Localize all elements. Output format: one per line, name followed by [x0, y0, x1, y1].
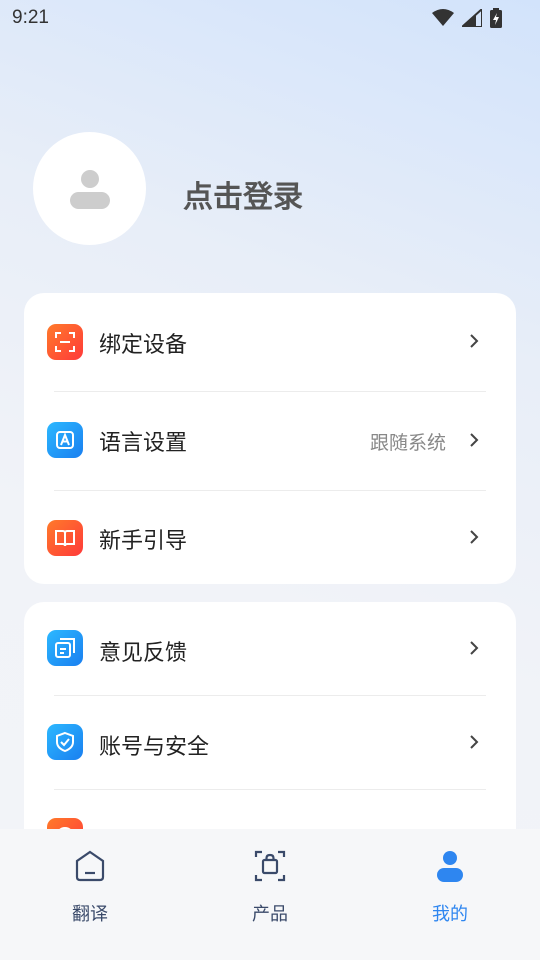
home-icon [75, 850, 105, 882]
status-time: 9:21 [12, 7, 49, 28]
language-value: 跟随系统 [369, 432, 446, 454]
status-bar: 9:21 [0, 0, 540, 36]
chevron-right-icon [470, 334, 479, 348]
menu-item-label: 意见反馈 [99, 641, 188, 666]
wifi-icon [432, 9, 454, 26]
battery-icon [490, 8, 502, 28]
bag-icon [254, 850, 286, 882]
menu-item-feedback[interactable]: 意见反馈 [24, 602, 516, 698]
status-icons [432, 8, 502, 28]
menu-item-guide[interactable]: 新手引导 [24, 491, 516, 584]
tab-label: 翻译 [72, 904, 108, 925]
chevron-right-icon [470, 530, 479, 544]
default-avatar-icon [69, 169, 110, 209]
profile-header[interactable]: 点击登录 [33, 132, 533, 246]
menu-card-settings: 绑定设备 语言设置 跟随系统 新手引导 [24, 293, 516, 584]
login-label[interactable]: 点击登录 [183, 172, 303, 216]
menu-item-bind-device[interactable]: 绑定设备 [24, 293, 516, 389]
menu-item-language[interactable]: 语言设置 跟随系统 [24, 392, 516, 488]
tab-translate[interactable]: 翻译 [30, 847, 150, 925]
menu-item-label: 新手引导 [99, 529, 188, 554]
menu-item-label: 语言设置 [99, 431, 188, 456]
avatar[interactable] [33, 132, 146, 245]
menu-item-label: 绑定设备 [99, 333, 188, 358]
chevron-right-icon [470, 433, 479, 447]
tab-label: 产品 [252, 904, 288, 925]
menu-item-label: 账号与安全 [99, 735, 210, 760]
chevron-right-icon [470, 641, 479, 655]
language-icon [47, 422, 83, 458]
user-icon [437, 851, 463, 882]
cellular-signal-icon [462, 9, 482, 27]
book-icon [47, 520, 83, 556]
tab-mine[interactable]: 我的 [390, 847, 510, 925]
shield-icon [47, 724, 83, 760]
bottom-tab-bar: 翻译 产品 我的 [0, 829, 540, 960]
tab-products[interactable]: 产品 [210, 847, 330, 925]
tab-label: 我的 [432, 904, 468, 925]
feedback-icon [47, 630, 83, 666]
menu-card-account: 意见反馈 账号与安全 关于 [24, 602, 516, 862]
scan-device-icon [47, 324, 83, 360]
chevron-right-icon [470, 735, 479, 749]
menu-item-account-security[interactable]: 账号与安全 [24, 696, 516, 792]
